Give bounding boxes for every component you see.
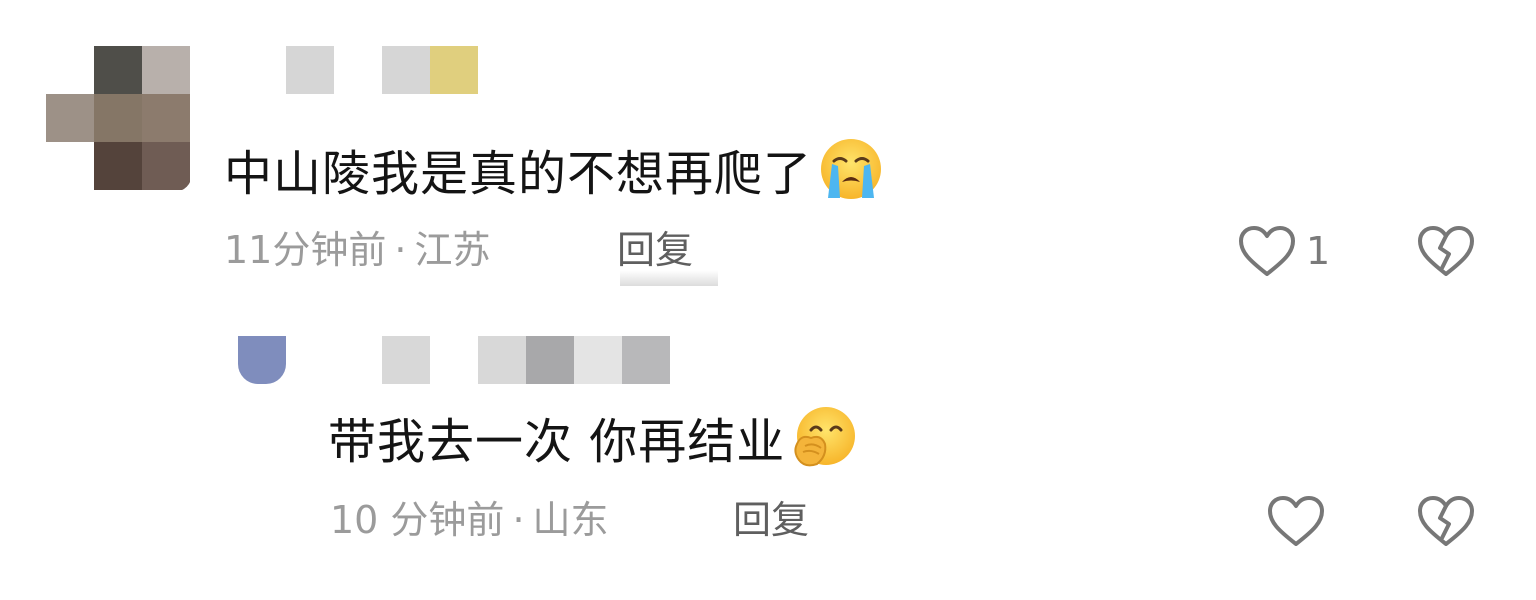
dislike-button[interactable] xyxy=(1416,492,1476,548)
replier-avatar[interactable] xyxy=(238,336,286,384)
heart-outline-icon xyxy=(1266,494,1326,548)
comment-meta: 11分钟前 · 江苏 xyxy=(224,227,490,273)
mosaic-cell xyxy=(622,336,670,384)
broken-heart-icon xyxy=(1416,492,1476,548)
mosaic-cell xyxy=(334,46,382,94)
mosaic-cell xyxy=(46,142,94,190)
mosaic-cell xyxy=(46,46,94,94)
hand-over-mouth-emoji-icon xyxy=(791,404,857,470)
like-button[interactable] xyxy=(1237,224,1297,278)
mosaic-cell xyxy=(94,94,142,142)
reply-highlight xyxy=(620,270,718,286)
mosaic-cell xyxy=(286,46,334,94)
broken-heart-icon xyxy=(1416,222,1476,278)
mosaic-cell xyxy=(574,336,622,384)
replier-name[interactable] xyxy=(382,336,670,384)
mosaic-cell xyxy=(430,46,478,94)
like-button[interactable] xyxy=(1266,494,1326,548)
comment-text: 中山陵我是真的不想再爬了 xyxy=(224,136,884,204)
mosaic-cell xyxy=(46,94,94,142)
mosaic-cell xyxy=(94,142,142,190)
reply-text: 带我去一次 你再结业 xyxy=(328,404,857,472)
commenter-avatar[interactable] xyxy=(46,46,192,192)
mosaic-cell xyxy=(238,336,286,384)
mosaic-cell xyxy=(142,94,190,142)
reply-button[interactable]: 回复 xyxy=(617,227,693,273)
heart-outline-icon xyxy=(1237,224,1297,278)
mosaic-cell xyxy=(142,142,190,190)
like-count: 1 xyxy=(1306,229,1331,273)
comment-time: 11分钟前 xyxy=(224,228,387,272)
mosaic-cell xyxy=(382,46,430,94)
loudly-crying-emoji-icon xyxy=(818,136,884,202)
mosaic-cell xyxy=(94,46,142,94)
reply-body: 带我去一次 你再结业 xyxy=(328,414,786,470)
comment-body: 中山陵我是真的不想再爬了 xyxy=(224,146,813,202)
reply-time: 10 分钟前 xyxy=(330,498,505,542)
meta-separator: · xyxy=(512,498,525,542)
reply-button[interactable]: 回复 xyxy=(733,497,809,543)
mosaic-cell xyxy=(142,46,190,94)
mosaic-cell xyxy=(430,336,478,384)
commenter-name[interactable] xyxy=(286,46,478,94)
reply-meta: 10 分钟前 · 山东 xyxy=(330,497,609,543)
mosaic-cell xyxy=(478,336,526,384)
reply-location: 山东 xyxy=(532,498,609,542)
mosaic-cell xyxy=(382,336,430,384)
dislike-button[interactable] xyxy=(1416,222,1476,278)
mosaic-cell xyxy=(526,336,574,384)
comment-location: 江苏 xyxy=(414,228,491,272)
meta-separator: · xyxy=(394,228,407,272)
